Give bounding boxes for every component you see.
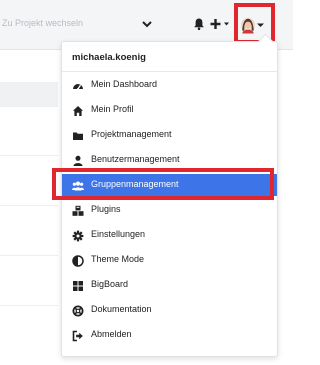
menu-item-label: Einstellungen xyxy=(91,229,146,239)
menu-divider xyxy=(62,71,277,72)
grid-icon xyxy=(72,279,84,291)
background-row-divider xyxy=(0,106,58,107)
chevron-down-icon[interactable] xyxy=(140,16,154,32)
user-icon xyxy=(72,154,84,166)
folder-icon xyxy=(72,129,84,141)
menu-item-label: Theme Mode xyxy=(91,254,145,264)
menu-item-theme-mode[interactable]: Theme Mode xyxy=(62,249,277,271)
menu-item-profile[interactable]: Mein Profil xyxy=(62,99,277,121)
menu-item-logout[interactable]: Abmelden xyxy=(62,324,277,346)
bell-icon[interactable] xyxy=(192,17,206,31)
background-scroll-area xyxy=(279,51,293,365)
menu-item-label: Projektmanagement xyxy=(91,129,172,139)
menu-item-highlight-box xyxy=(52,168,274,200)
background-row-divider xyxy=(0,155,58,156)
menu-item-label: Benutzermanagement xyxy=(91,154,180,164)
menu-item-label: Mein Profil xyxy=(91,104,134,114)
cubes-icon xyxy=(72,204,84,216)
menu-username: michaela.koenig xyxy=(72,52,146,63)
menu-item-label: Plugins xyxy=(91,204,121,214)
dashboard-icon xyxy=(72,79,84,91)
add-new-button[interactable] xyxy=(210,17,232,31)
gear-icon xyxy=(72,229,84,242)
menu-item-label: Abmelden xyxy=(91,329,132,339)
project-switcher[interactable]: Zu Projekt wechseln xyxy=(0,14,165,36)
home-icon xyxy=(72,104,84,116)
menu-item-label: BigBoard xyxy=(91,279,129,289)
background-header-band xyxy=(0,82,58,106)
lifebuoy-icon xyxy=(72,304,84,317)
background-row-divider xyxy=(0,255,58,256)
menu-item-dashboard[interactable]: Mein Dashboard xyxy=(62,74,277,96)
menu-item-settings[interactable]: Einstellungen xyxy=(62,224,277,246)
background-row-divider xyxy=(0,305,58,306)
menu-item-bigboard[interactable]: BigBoard xyxy=(62,274,277,296)
menu-item-plugins[interactable]: Plugins xyxy=(62,199,277,221)
menu-item-label: Dokumentation xyxy=(91,304,152,314)
logout-icon xyxy=(72,329,84,342)
project-switcher-placeholder: Zu Projekt wechseln xyxy=(2,18,84,28)
background-row-divider xyxy=(0,205,58,206)
menu-item-label: Mein Dashboard xyxy=(91,79,158,89)
menu-item-project-management[interactable]: Projektmanagement xyxy=(62,124,277,146)
menu-item-documentation[interactable]: Dokumentation xyxy=(62,299,277,321)
contrast-icon xyxy=(72,254,84,267)
